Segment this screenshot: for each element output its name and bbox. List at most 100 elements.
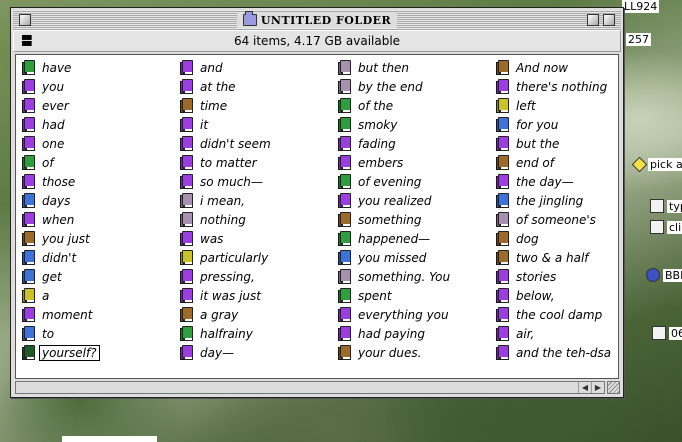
list-item[interactable]: smoky bbox=[338, 115, 496, 134]
list-item[interactable]: dog bbox=[496, 229, 654, 248]
list-item[interactable]: to matter bbox=[180, 153, 338, 172]
book-icon bbox=[338, 288, 351, 303]
list-item[interactable]: time bbox=[180, 96, 338, 115]
list-item[interactable]: of someone's bbox=[496, 210, 654, 229]
collapse-box[interactable] bbox=[603, 14, 615, 26]
item-label: a gray bbox=[200, 307, 239, 322]
desktop-item-typ[interactable]: typ bbox=[650, 199, 682, 213]
list-item[interactable]: something. You bbox=[338, 267, 496, 286]
list-item[interactable]: but the bbox=[496, 134, 654, 153]
list-item[interactable]: to bbox=[22, 324, 180, 343]
list-item[interactable]: below, bbox=[496, 286, 654, 305]
list-item[interactable]: moment bbox=[22, 305, 180, 324]
desktop-item-label: 257 bbox=[626, 33, 651, 46]
list-item[interactable]: stories bbox=[496, 267, 654, 286]
zoom-box[interactable] bbox=[587, 14, 599, 26]
list-item[interactable]: it bbox=[180, 115, 338, 134]
list-item[interactable]: so much— bbox=[180, 172, 338, 191]
list-item[interactable]: when bbox=[22, 210, 180, 229]
item-label: fading bbox=[358, 136, 396, 151]
list-item[interactable]: those bbox=[22, 172, 180, 191]
list-item[interactable]: you realized bbox=[338, 191, 496, 210]
list-item[interactable]: of evening bbox=[338, 172, 496, 191]
list-item[interactable]: everything you bbox=[338, 305, 496, 324]
list-item[interactable]: two & a half bbox=[496, 248, 654, 267]
item-label: below, bbox=[516, 288, 555, 303]
list-item[interactable]: you just bbox=[22, 229, 180, 248]
list-item[interactable]: something bbox=[338, 210, 496, 229]
close-box[interactable] bbox=[19, 14, 31, 26]
list-item[interactable]: you bbox=[22, 77, 180, 96]
book-icon bbox=[496, 288, 509, 303]
list-item[interactable]: but then bbox=[338, 58, 496, 77]
list-item[interactable]: you missed bbox=[338, 248, 496, 267]
view-options-icon[interactable]: ▪▪ ▪▪ bbox=[21, 33, 32, 49]
list-item[interactable]: nothing bbox=[180, 210, 338, 229]
book-icon bbox=[180, 307, 193, 322]
list-item[interactable]: day— bbox=[180, 343, 338, 362]
list-item[interactable]: i mean, bbox=[180, 191, 338, 210]
list-item[interactable]: had paying bbox=[338, 324, 496, 343]
list-item[interactable]: was bbox=[180, 229, 338, 248]
list-item[interactable]: a gray bbox=[180, 305, 338, 324]
list-item[interactable]: the day— bbox=[496, 172, 654, 191]
horizontal-scrollbar[interactable]: ◀ ▶ bbox=[15, 381, 605, 394]
list-item[interactable]: had bbox=[22, 115, 180, 134]
book-icon bbox=[338, 193, 351, 208]
list-item[interactable]: of bbox=[22, 153, 180, 172]
folder-content[interactable]: have you ever had one of those days when you just… bbox=[15, 54, 619, 379]
list-item[interactable]: end of bbox=[496, 153, 654, 172]
list-item[interactable]: get bbox=[22, 267, 180, 286]
list-item[interactable]: the cool damp bbox=[496, 305, 654, 324]
list-item[interactable]: it was just bbox=[180, 286, 338, 305]
list-item[interactable]: pressing, bbox=[180, 267, 338, 286]
list-item[interactable]: days bbox=[22, 191, 180, 210]
list-item[interactable]: at the bbox=[180, 77, 338, 96]
desktop-item-label: typ bbox=[667, 199, 682, 213]
list-item[interactable]: by the end bbox=[338, 77, 496, 96]
list-item[interactable]: didn't bbox=[22, 248, 180, 267]
title-bar[interactable]: UNTITLED FOLDER bbox=[13, 10, 621, 30]
book-icon bbox=[496, 345, 509, 360]
desktop-item-label: cli bbox=[667, 220, 682, 234]
list-item[interactable]: air, bbox=[496, 324, 654, 343]
list-item[interactable]: And now bbox=[496, 58, 654, 77]
list-item[interactable]: left bbox=[496, 96, 654, 115]
list-item[interactable]: spent bbox=[338, 286, 496, 305]
book-icon bbox=[22, 174, 35, 189]
list-item[interactable]: particularly bbox=[180, 248, 338, 267]
list-item[interactable]: ever bbox=[22, 96, 180, 115]
desktop-item-cli[interactable]: cli bbox=[650, 220, 682, 234]
book-icon bbox=[496, 231, 509, 246]
list-item[interactable]: the jingling bbox=[496, 191, 654, 210]
book-icon bbox=[22, 98, 35, 113]
list-item[interactable]: yourself? bbox=[22, 343, 180, 362]
desktop-item-06[interactable]: 06 bbox=[652, 326, 682, 340]
list-item[interactable]: and the teh-dsa bbox=[496, 343, 654, 362]
scroll-left-arrow[interactable]: ◀ bbox=[578, 382, 591, 393]
list-item[interactable]: didn't seem bbox=[180, 134, 338, 153]
list-item[interactable]: your dues. bbox=[338, 343, 496, 362]
list-item[interactable]: fading bbox=[338, 134, 496, 153]
item-label: left bbox=[516, 98, 536, 113]
item-label: of bbox=[42, 155, 54, 170]
item-label: you bbox=[42, 79, 65, 94]
resize-handle[interactable] bbox=[607, 381, 620, 394]
list-item[interactable]: have bbox=[22, 58, 180, 77]
scroll-right-arrow[interactable]: ▶ bbox=[591, 382, 604, 393]
list-item[interactable]: one bbox=[22, 134, 180, 153]
list-item[interactable]: embers bbox=[338, 153, 496, 172]
list-item[interactable]: a bbox=[22, 286, 180, 305]
list-item[interactable]: halfrainy bbox=[180, 324, 338, 343]
desktop-item-257[interactable]: 257 bbox=[626, 33, 651, 46]
list-item[interactable]: there's nothing bbox=[496, 77, 654, 96]
background-window-sliver bbox=[62, 436, 157, 442]
item-label: to matter bbox=[200, 155, 257, 170]
book-icon bbox=[180, 79, 193, 94]
list-item[interactable]: happened— bbox=[338, 229, 496, 248]
list-item[interactable]: of the bbox=[338, 96, 496, 115]
list-item[interactable]: for you bbox=[496, 115, 654, 134]
item-label: something bbox=[358, 212, 422, 227]
list-item[interactable]: and bbox=[180, 58, 338, 77]
desktop-item-ll924[interactable]: LL924 bbox=[622, 0, 660, 13]
